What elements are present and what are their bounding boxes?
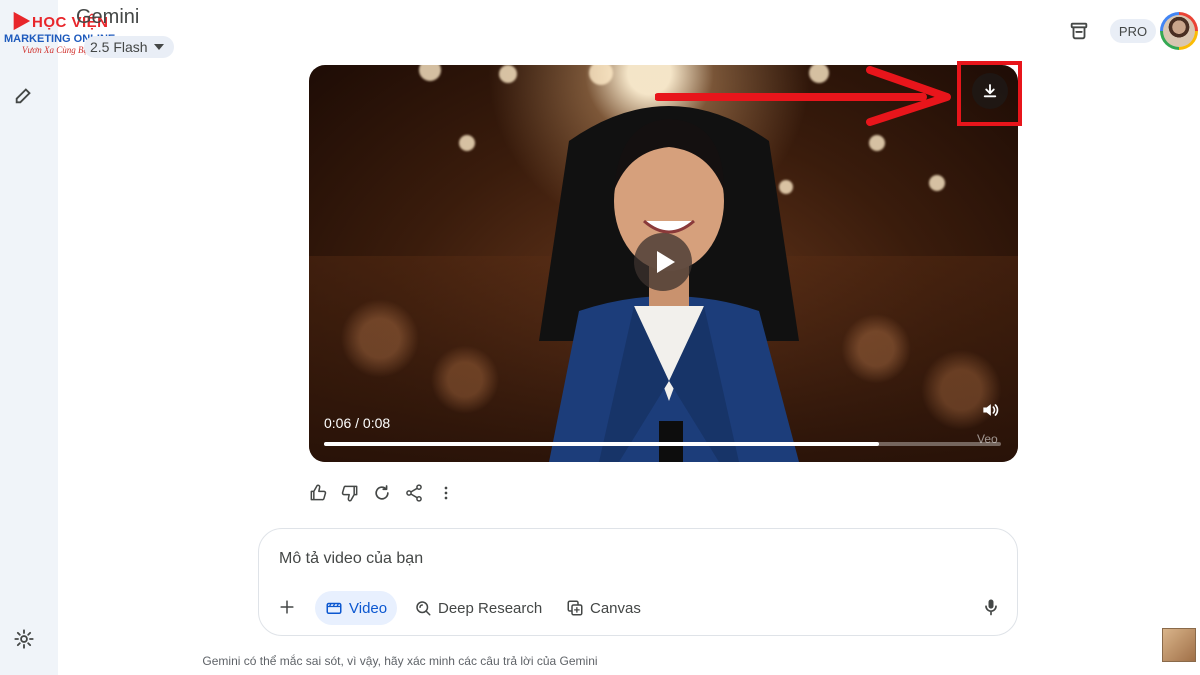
video-icon [326,602,342,614]
share-icon[interactable] [404,483,424,503]
prompt-composer: Video Deep Research Canvas [258,528,1018,636]
prompt-input[interactable] [277,547,881,571]
add-attachment-icon[interactable] [277,597,297,617]
bokeh-light [929,175,945,191]
tool-deep-research-chip[interactable]: Deep Research [404,591,552,625]
bokeh-light [459,135,475,151]
video-time-readout: 0:06 / 0:08 [324,415,391,431]
logo-slogan: Vươn Xa Cùng Bạn [22,45,93,55]
tool-deep-research-label: Deep Research [438,599,543,617]
regenerate-icon[interactable] [372,483,392,503]
user-avatar[interactable] [1160,12,1198,50]
canvas-icon [567,600,583,616]
more-options-icon[interactable] [436,483,456,503]
thumbs-up-icon[interactable] [308,483,328,503]
video-progress-bar[interactable] [324,442,1001,446]
veo-watermark: Veo [977,432,998,446]
play-button[interactable] [634,233,692,291]
thumbs-down-icon[interactable] [340,483,360,503]
logo-play-icon [13,11,31,31]
bokeh-light [419,65,441,81]
new-chat-icon[interactable] [13,84,35,106]
chevron-down-icon [153,44,164,50]
tool-video-label: Video [349,599,388,617]
corner-thumbnail [1162,628,1196,662]
response-actions [308,483,456,505]
play-icon [656,251,675,273]
annotation-arrow [655,66,951,126]
archive-icon[interactable] [1068,20,1090,42]
sidebar [0,0,58,675]
volume-icon[interactable] [980,400,1000,420]
avatar-photo [1163,15,1195,47]
disclaimer-text: Gemini có thể mắc sai sót, vì vậy, hãy x… [0,654,1200,668]
model-label: 2.5 Flash [90,39,148,55]
app-title: Gemini [76,6,140,28]
model-selector[interactable]: 2.5 Flash [84,36,174,58]
microphone-icon[interactable] [981,597,1001,617]
pro-badge[interactable]: PRO [1110,19,1156,43]
video-progress-fill [324,442,880,446]
settings-gear-icon[interactable] [13,628,35,650]
annotation-highlight-box [957,61,1022,126]
disclaimer-label: Gemini có thể mắc sai sót, vì vậy, hãy x… [202,654,598,668]
tool-canvas-label: Canvas [590,599,641,617]
tool-canvas-chip[interactable]: Canvas [556,591,651,625]
deep-research-icon [416,601,431,616]
tool-video-chip[interactable]: Video [315,591,398,625]
bokeh-light [869,135,885,151]
